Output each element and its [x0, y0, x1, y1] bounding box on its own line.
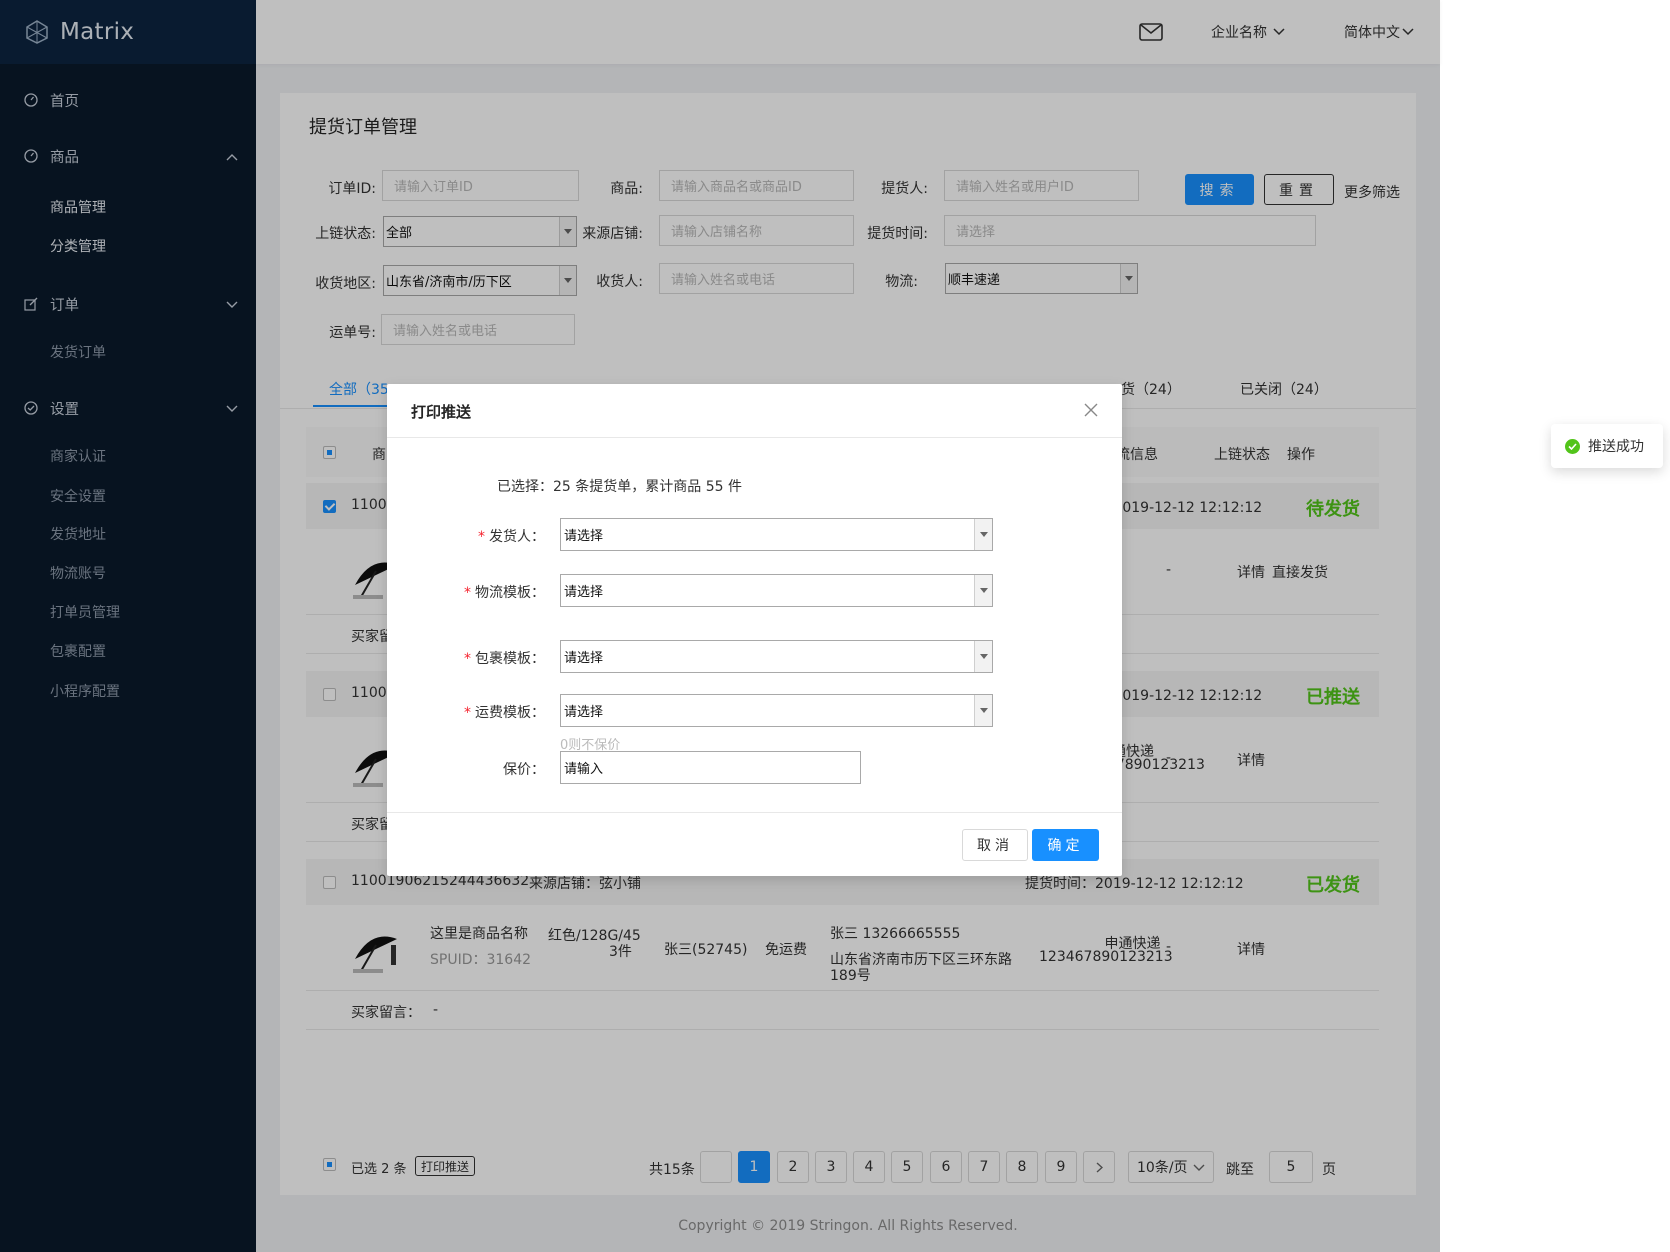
freight-template-select[interactable]: 请选择: [560, 694, 993, 727]
success-toast: 推送成功: [1551, 424, 1663, 468]
sender-value: 请选择: [564, 529, 604, 544]
freight-template-label-text: 运费模板：: [475, 705, 545, 721]
sender-label: * 发货人：: [478, 529, 545, 545]
caret-down-icon: [974, 641, 992, 672]
freight-template-label: * 运费模板：: [464, 705, 545, 721]
logistics-template-label: * 物流模板：: [464, 585, 545, 601]
freight-template-value: 请选择: [564, 705, 604, 720]
cancel-button[interactable]: 取消: [962, 829, 1028, 861]
logistics-template-value: 请选择: [564, 585, 604, 600]
package-template-label: * 包裹模板：: [464, 651, 545, 667]
logistics-template-label-text: 物流模板：: [475, 585, 545, 601]
selection-summary: 已选择：25 条提货单，累计商品 55 件: [497, 479, 742, 495]
confirm-button[interactable]: 确定: [1032, 829, 1099, 861]
insured-label: 保价：: [503, 762, 545, 778]
check-circle-icon: [1565, 438, 1580, 454]
logistics-template-select[interactable]: 请选择: [560, 574, 993, 607]
package-template-label-text: 包裹模板：: [475, 651, 545, 667]
sender-select[interactable]: 请选择: [560, 518, 993, 551]
caret-down-icon: [974, 519, 992, 550]
insured-input[interactable]: 请输入: [560, 751, 861, 784]
package-template-select[interactable]: 请选择: [560, 640, 993, 673]
close-icon[interactable]: [1080, 399, 1102, 421]
print-push-modal: 打印推送 已选择：25 条提货单，累计商品 55 件 * 发货人： 请选择 * 物流…: [387, 384, 1122, 876]
caret-down-icon: [974, 695, 992, 726]
modal-footer: 取消 确定: [387, 812, 1122, 876]
caret-down-icon: [974, 575, 992, 606]
modal-header: 打印推送: [387, 384, 1122, 438]
toast-text: 推送成功: [1588, 439, 1644, 455]
modal-title: 打印推送: [411, 403, 472, 421]
sender-label-text: 发货人：: [489, 529, 545, 545]
package-template-value: 请选择: [564, 651, 604, 666]
